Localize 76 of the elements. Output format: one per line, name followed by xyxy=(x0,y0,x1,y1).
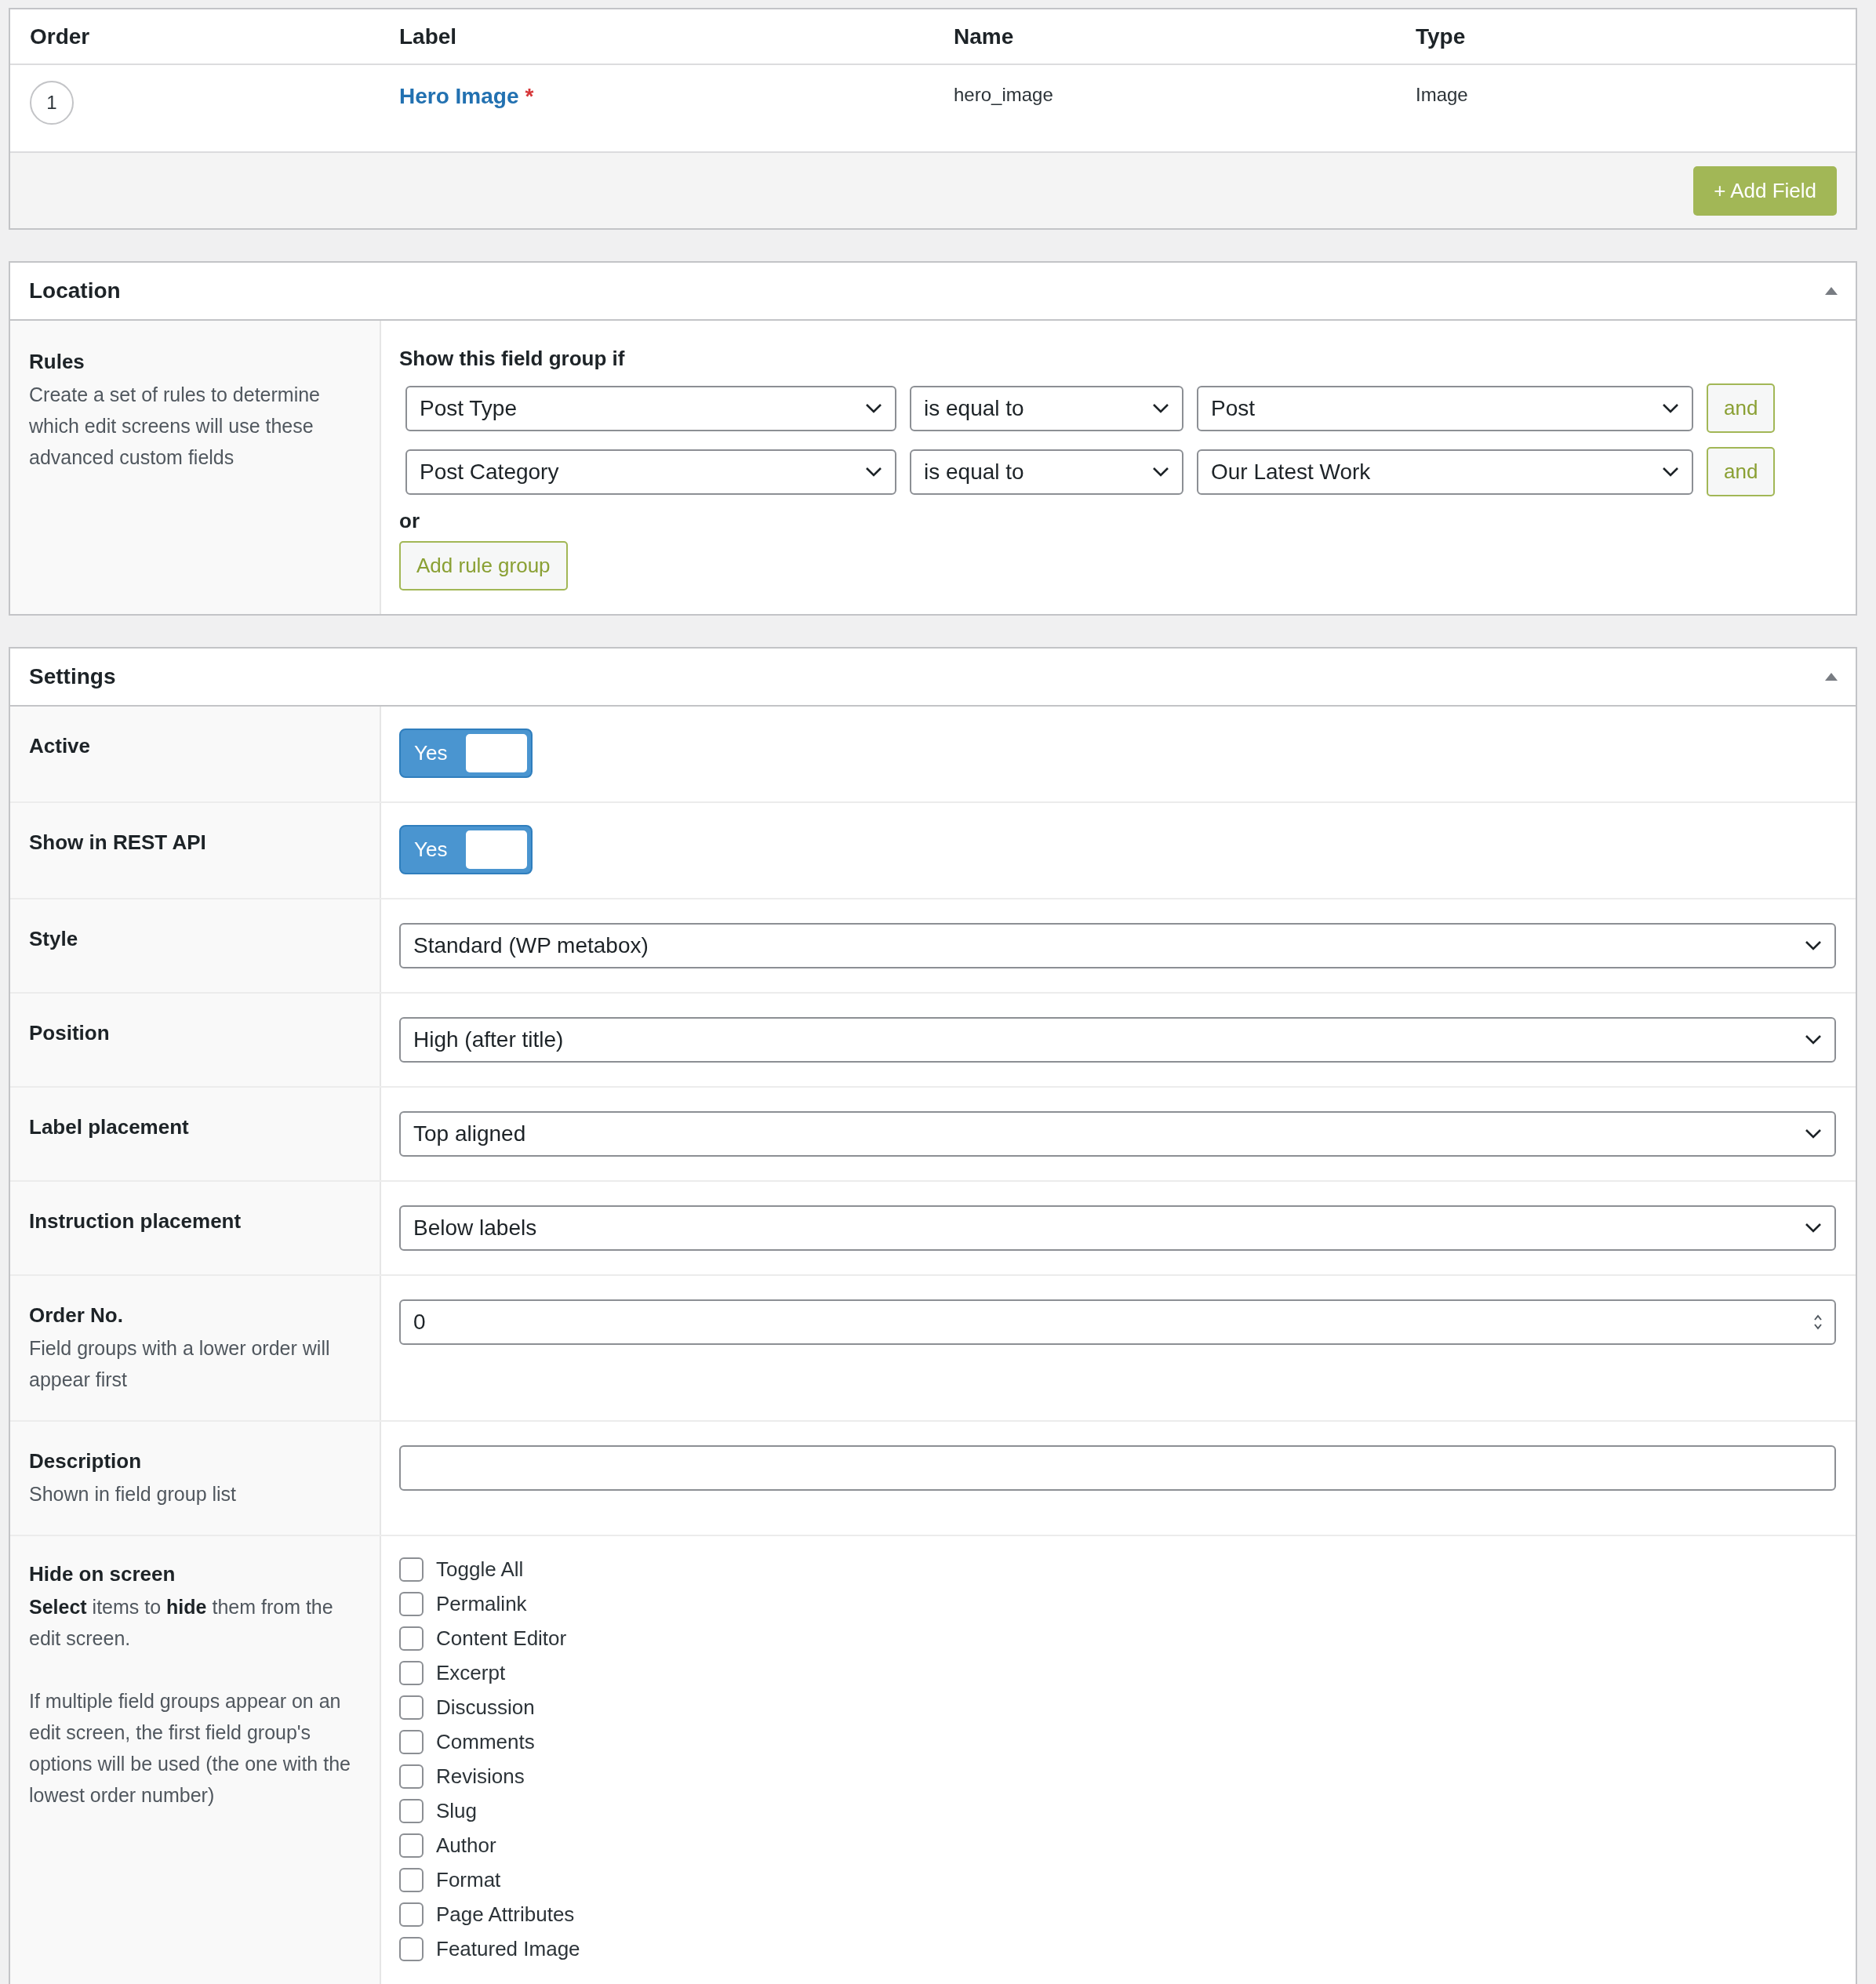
field-label: Active xyxy=(29,733,92,759)
select-field[interactable]: Post Type xyxy=(405,385,896,431)
collapse-arrow-icon[interactable] xyxy=(1824,672,1838,681)
column-header: Name xyxy=(954,24,1015,49)
checkbox-option[interactable]: Slug xyxy=(399,1793,1836,1828)
field-label: Show in REST API xyxy=(29,830,207,856)
checkbox-option[interactable]: Page Attributes xyxy=(399,1897,1836,1931)
select-field[interactable]: is equal to xyxy=(910,449,1183,495)
chevron-down-icon xyxy=(865,402,882,414)
checkbox-option[interactable]: Featured Image xyxy=(399,1931,1836,1966)
checkbox-option[interactable]: Permalink xyxy=(399,1586,1836,1621)
select-field[interactable]: Standard (WP metabox) xyxy=(399,923,1836,968)
input-field[interactable] xyxy=(399,1445,1836,1491)
chevron-down-icon xyxy=(1662,402,1679,414)
field-label: Description xyxy=(29,1448,143,1474)
field-label: Position xyxy=(29,1020,111,1046)
chevron-down-icon xyxy=(865,466,882,478)
checkbox-option[interactable]: Content Editor xyxy=(399,1621,1836,1655)
checkbox[interactable] xyxy=(399,1660,424,1685)
select-field[interactable]: Post xyxy=(1197,385,1693,431)
checkbox-option[interactable]: Excerpt xyxy=(399,1655,1836,1690)
chevron-down-icon xyxy=(1152,466,1169,478)
checkbox[interactable] xyxy=(399,1867,424,1892)
field-label: Style xyxy=(29,926,79,952)
field-description: Select items to hide them from the edit screen. xyxy=(29,1595,334,1651)
checkbox[interactable] xyxy=(399,1626,424,1651)
select-field[interactable]: Below labels xyxy=(399,1205,1836,1251)
panel-title: Settings xyxy=(29,664,116,689)
checkbox-option[interactable]: Comments xyxy=(399,1724,1836,1759)
checkbox[interactable] xyxy=(399,1936,424,1961)
field-name: hero_image xyxy=(954,83,1054,106)
checkbox-option[interactable]: Discussion xyxy=(399,1690,1836,1724)
column-header: Label xyxy=(399,24,458,49)
checkbox[interactable] xyxy=(399,1798,424,1823)
checkbox-option[interactable]: Author xyxy=(399,1828,1836,1862)
select-field[interactable]: Top aligned xyxy=(399,1111,1836,1157)
field-label: Rules xyxy=(29,349,85,375)
checkbox[interactable] xyxy=(399,1557,424,1582)
chevron-down-icon xyxy=(1662,466,1679,478)
field-label: Label placement xyxy=(29,1114,190,1140)
field-description: Field groups with a lower order will appear first xyxy=(29,1336,331,1392)
checkbox[interactable] xyxy=(399,1764,424,1789)
checkbox-option[interactable]: Format xyxy=(399,1862,1836,1897)
checkbox[interactable] xyxy=(399,1591,424,1616)
checkbox-option[interactable]: Toggle All xyxy=(399,1552,1836,1586)
order-number: 1 xyxy=(30,81,74,125)
select-field[interactable]: High (after title) xyxy=(399,1017,1836,1063)
checkbox[interactable] xyxy=(399,1902,424,1927)
field-label: Order No. xyxy=(29,1303,124,1328)
field-label-link[interactable]: Hero Image xyxy=(399,84,519,108)
field-description: Shown in field group list xyxy=(29,1482,238,1506)
field-note: If multiple field groups appear on an edit screen, the first field group's options will be used (the one with the lowest order number) xyxy=(29,1689,351,1808)
field-type: Image xyxy=(1416,83,1469,106)
column-header: Order xyxy=(29,24,91,49)
chevron-down-icon xyxy=(1805,1128,1822,1139)
field-description: Create a set of rules to determine which edit screens will use these advanced custom fields xyxy=(29,383,322,470)
chevron-down-icon xyxy=(1805,940,1822,951)
required-mark: * xyxy=(525,84,534,108)
rule-group-heading: Show this field group if xyxy=(399,346,626,372)
chevron-down-icon xyxy=(1805,1223,1822,1234)
or-label: or xyxy=(399,509,420,533)
select-field[interactable]: Our Latest Work xyxy=(1197,449,1693,495)
select-field[interactable]: is equal to xyxy=(910,385,1183,431)
checkbox[interactable] xyxy=(399,1729,424,1754)
checkbox[interactable] xyxy=(399,1695,424,1720)
checkbox-option[interactable]: Revisions xyxy=(399,1759,1836,1793)
field-label: Hide on screen xyxy=(29,1561,176,1587)
collapse-arrow-icon[interactable] xyxy=(1824,286,1838,296)
field-label: Instruction placement xyxy=(29,1208,242,1234)
panel-title: Location xyxy=(29,278,121,303)
number-field[interactable]: 0 xyxy=(399,1299,1836,1345)
chevron-down-icon xyxy=(1152,402,1169,414)
column-header: Type xyxy=(1416,24,1467,49)
checkbox[interactable] xyxy=(399,1833,424,1858)
chevron-down-icon xyxy=(1805,1034,1822,1045)
select-field[interactable]: Post Category xyxy=(405,449,896,495)
